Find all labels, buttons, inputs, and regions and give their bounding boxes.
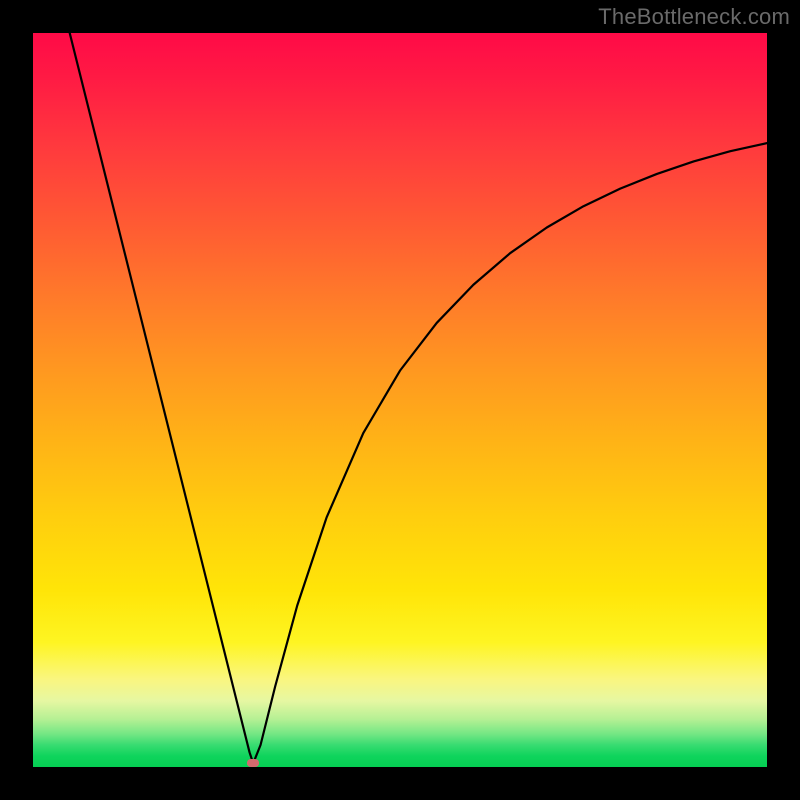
curve-svg — [33, 33, 767, 767]
bottleneck-curve — [70, 33, 767, 763]
minimum-marker — [247, 759, 259, 767]
watermark-text: TheBottleneck.com — [598, 4, 790, 30]
chart-root: TheBottleneck.com — [0, 0, 800, 800]
plot-area — [33, 33, 767, 767]
